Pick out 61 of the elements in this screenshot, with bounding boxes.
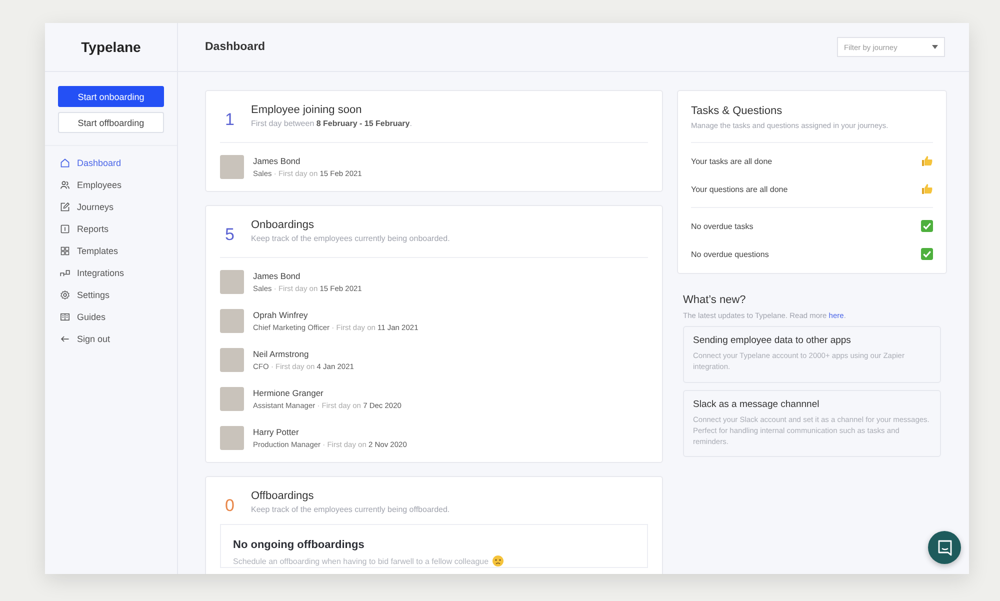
empty-title: No ongoing offboardings [233, 539, 366, 551]
section-title: What’s new? [683, 294, 747, 306]
count-number: 0 [225, 496, 236, 516]
card-subtitle: Keep track of the employees currently being offboarded. [251, 505, 450, 514]
nav-item[interactable]: Templates [60, 240, 177, 262]
task-status-text: No overdue questions [691, 250, 769, 258]
empty-text: Schedule an offboarding when having to bid farwell to a fellow colleague [233, 556, 489, 566]
card-title: Offboardings [251, 490, 315, 502]
card-title: Tasks & Questions [691, 105, 784, 117]
count-number: 5 [225, 225, 236, 245]
nav-icon [60, 312, 70, 322]
nav-item[interactable]: Dashboard [60, 152, 177, 174]
count-number: 1 [225, 110, 236, 130]
checkmark-icon [921, 220, 933, 232]
photo-placeholder [220, 387, 244, 411]
start-onboarding-button[interactable]: Start onboarding [58, 86, 164, 107]
nav-item[interactable]: Employees [60, 174, 177, 196]
caret-icon [932, 45, 938, 49]
nav-icon [60, 268, 70, 278]
employee-name[interactable]: Neil Armstrong [253, 349, 354, 359]
nav-icon [60, 224, 70, 234]
chat-icon [936, 540, 952, 556]
nav-icon [60, 202, 70, 212]
photo-placeholder [220, 309, 244, 333]
chat-button[interactable] [928, 531, 961, 564]
task-status-text: Your tasks are all done [691, 156, 772, 166]
news-title: Slack as a message channnel [693, 398, 820, 410]
thumbs-up-icon [921, 183, 933, 195]
photo-placeholder [220, 155, 244, 179]
task-status-text: No overdue tasks [691, 222, 754, 230]
card-subtitle: Keep track of the employees currently being onboarded. [251, 234, 450, 243]
nav-icon [60, 246, 70, 256]
nav-icon [60, 334, 70, 344]
employee-name[interactable]: James Bond [253, 271, 362, 281]
nav-item[interactable]: Journeys [60, 196, 177, 218]
nav-item[interactable]: Settings [60, 284, 177, 306]
nav-item[interactable]: Integrations [60, 262, 177, 284]
sad-face-icon [492, 555, 504, 567]
employee-name[interactable]: Harry Potter [253, 427, 407, 437]
thumbs-up-icon [921, 155, 933, 167]
nav-item[interactable]: Reports [60, 218, 177, 240]
app-logo: Typelane [45, 23, 177, 72]
start-offboarding-button[interactable]: Start offboarding [58, 112, 164, 133]
employee-name[interactable]: Hermione Granger [253, 388, 402, 398]
photo-placeholder [220, 270, 244, 294]
photo-placeholder [220, 426, 244, 450]
card-title: Employee joining soon [251, 104, 363, 116]
nav-icon [60, 180, 70, 190]
nav-item[interactable]: Guides [60, 306, 177, 328]
card-subtitle: First day between 8 February - 15 February. [251, 119, 412, 128]
checkmark-icon [921, 248, 933, 260]
employee-name[interactable]: James Bond [253, 156, 362, 166]
employee-name[interactable]: Oprah Winfrey [253, 310, 418, 320]
nav-icon [60, 290, 70, 300]
news-title: Sending employee data to other apps [693, 335, 852, 346]
nav-icon [60, 158, 70, 168]
card-title: Onboardings [251, 219, 315, 231]
photo-placeholder [220, 348, 244, 372]
task-status-text: Your questions are all done [691, 184, 788, 194]
nav-item[interactable]: Sign out [60, 328, 177, 350]
page-title: Dashboard [205, 41, 266, 53]
